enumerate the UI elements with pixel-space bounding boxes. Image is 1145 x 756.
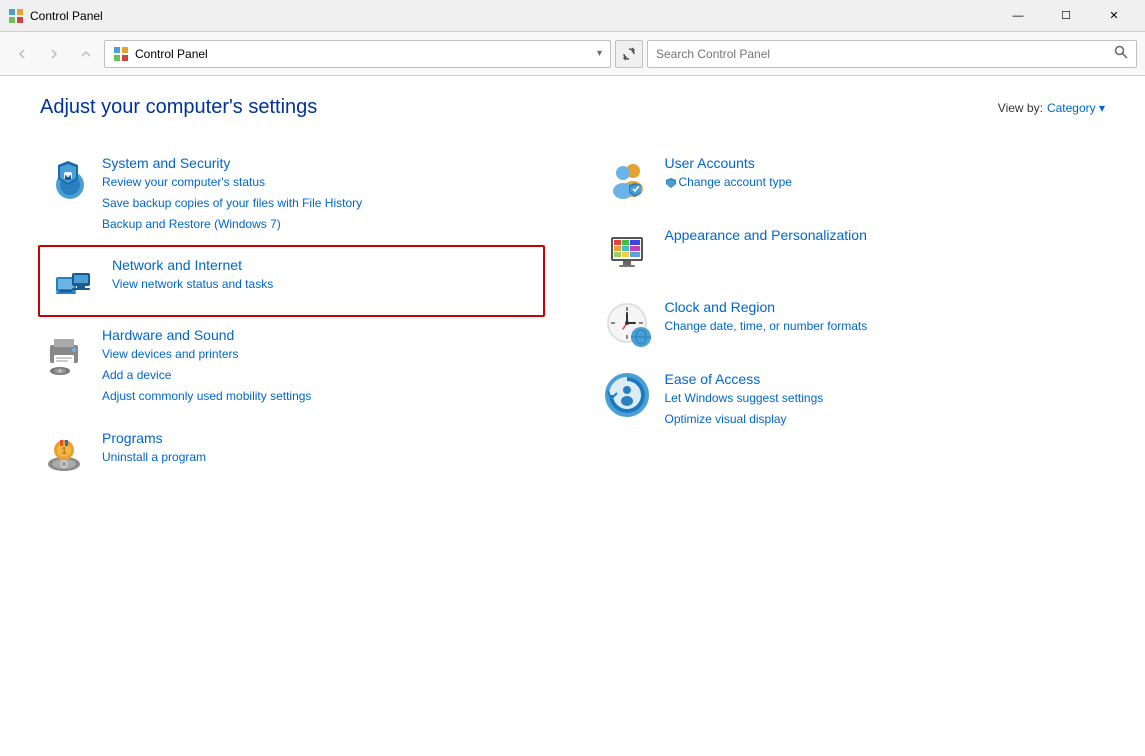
category-system-security: System and Security Review your computer… xyxy=(40,143,543,247)
programs-icon: 1 xyxy=(40,430,88,478)
hardware-sound-text: Hardware and Sound View devices and prin… xyxy=(102,327,311,407)
programs-title[interactable]: Programs xyxy=(102,430,206,446)
user-accounts-link-1[interactable]: Change account type xyxy=(665,173,792,192)
search-input[interactable] xyxy=(656,47,1110,61)
shield-small-icon xyxy=(665,177,677,189)
hardware-sound-link-1[interactable]: View devices and printers xyxy=(102,345,311,364)
ease-access-icon xyxy=(603,371,651,419)
view-by-control: View by: Category ▾ xyxy=(998,101,1105,115)
hardware-sound-title[interactable]: Hardware and Sound xyxy=(102,327,311,343)
address-dropdown-arrow[interactable]: ▾ xyxy=(597,48,602,59)
refresh-button[interactable] xyxy=(615,40,643,68)
category-ease-access: Ease of Access Let Windows suggest setti… xyxy=(603,359,1106,441)
close-button[interactable]: ✕ xyxy=(1091,0,1137,32)
system-security-title[interactable]: System and Security xyxy=(102,155,362,171)
svg-text:1: 1 xyxy=(61,446,67,457)
system-security-icon xyxy=(40,155,88,203)
search-bar[interactable] xyxy=(647,40,1137,68)
network-internet-title[interactable]: Network and Internet xyxy=(112,257,273,273)
programs-text: Programs Uninstall a program xyxy=(102,430,206,467)
clock-region-title[interactable]: Clock and Region xyxy=(665,299,868,315)
title-bar: Control Panel — ☐ ✕ xyxy=(0,0,1145,32)
clock-region-text: Clock and Region Change date, time, or n… xyxy=(665,299,868,336)
category-network-internet: Network and Internet View network status… xyxy=(38,245,545,317)
hardware-sound-icon xyxy=(40,327,88,375)
page-title: Adjust your computer's settings xyxy=(40,96,317,119)
user-accounts-title[interactable]: User Accounts xyxy=(665,155,792,171)
view-by-label: View by: xyxy=(998,101,1043,115)
appearance-icon xyxy=(603,227,651,275)
address-text: Control Panel xyxy=(135,47,591,61)
system-security-link-2[interactable]: Save backup copies of your files with Fi… xyxy=(102,194,362,213)
network-internet-link-1[interactable]: View network status and tasks xyxy=(112,275,273,294)
window-controls: — ☐ ✕ xyxy=(995,0,1137,32)
user-accounts-text: User Accounts Change account type xyxy=(665,155,792,192)
page-header: Adjust your computer's settings View by:… xyxy=(40,96,1105,119)
navigation-bar: Control Panel ▾ xyxy=(0,32,1145,76)
user-accounts-icon xyxy=(603,155,651,203)
hardware-sound-link-3[interactable]: Adjust commonly used mobility settings xyxy=(102,387,311,406)
left-column: System and Security Review your computer… xyxy=(40,143,543,490)
category-programs: 1 Programs Uninstall a program xyxy=(40,418,543,490)
search-icon[interactable] xyxy=(1114,45,1128,62)
view-by-dropdown[interactable]: Category ▾ xyxy=(1047,101,1105,115)
ease-access-link-1[interactable]: Let Windows suggest settings xyxy=(665,389,824,408)
window-title: Control Panel xyxy=(30,9,103,23)
system-security-link-3[interactable]: Backup and Restore (Windows 7) xyxy=(102,215,362,234)
forward-button[interactable] xyxy=(40,40,68,68)
address-bar[interactable]: Control Panel ▾ xyxy=(104,40,611,68)
ease-access-title[interactable]: Ease of Access xyxy=(665,371,824,387)
appearance-title[interactable]: Appearance and Personalization xyxy=(665,227,867,243)
up-button[interactable] xyxy=(72,40,100,68)
category-clock-region: Clock and Region Change date, time, or n… xyxy=(603,287,1106,359)
network-internet-text: Network and Internet View network status… xyxy=(112,257,273,294)
address-bar-icon xyxy=(113,46,129,62)
clock-region-icon xyxy=(603,299,651,347)
category-hardware-sound: Hardware and Sound View devices and prin… xyxy=(40,315,543,419)
ease-access-text: Ease of Access Let Windows suggest setti… xyxy=(665,371,824,429)
main-content: Adjust your computer's settings View by:… xyxy=(0,76,1145,756)
network-internet-icon xyxy=(50,257,98,305)
control-panel-icon xyxy=(8,8,24,24)
programs-link-1[interactable]: Uninstall a program xyxy=(102,448,206,467)
maximize-button[interactable]: ☐ xyxy=(1043,0,1089,32)
category-appearance: Appearance and Personalization xyxy=(603,215,1106,287)
appearance-text: Appearance and Personalization xyxy=(665,227,867,243)
minimize-button[interactable]: — xyxy=(995,0,1041,32)
title-bar-left: Control Panel xyxy=(8,8,103,24)
ease-access-link-2[interactable]: Optimize visual display xyxy=(665,410,824,429)
right-column: User Accounts Change account type xyxy=(603,143,1106,490)
category-user-accounts: User Accounts Change account type xyxy=(603,143,1106,215)
system-security-text: System and Security Review your computer… xyxy=(102,155,362,235)
system-security-link-1[interactable]: Review your computer's status xyxy=(102,173,362,192)
hardware-sound-link-2[interactable]: Add a device xyxy=(102,366,311,385)
back-button[interactable] xyxy=(8,40,36,68)
categories-grid: System and Security Review your computer… xyxy=(40,143,1105,490)
clock-region-link-1[interactable]: Change date, time, or number formats xyxy=(665,317,868,336)
